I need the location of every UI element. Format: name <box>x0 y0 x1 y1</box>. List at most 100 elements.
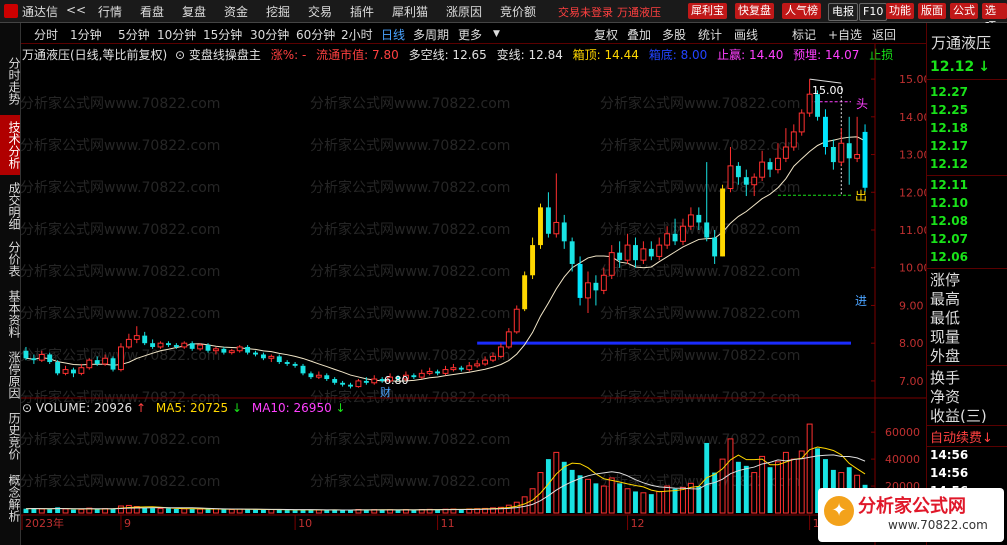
jin-marker: 进 <box>855 294 867 308</box>
watermark-text: 分析家公式网www.70822.com <box>310 221 510 238</box>
label-zuigao: 最高 <box>930 290 961 308</box>
watermark-text: 分析家公式网www.70822.com <box>310 179 510 196</box>
volume-bar <box>672 488 678 513</box>
volume-bar <box>315 509 322 514</box>
candle-body <box>577 263 583 298</box>
volume-bar <box>23 508 29 513</box>
candle-body <box>371 378 378 384</box>
candle-body <box>450 367 457 371</box>
candle-body <box>530 245 536 276</box>
watermark-text: 分析家公式网www.70822.com <box>20 473 220 490</box>
candle-body <box>197 344 204 350</box>
watermark-text: 分析家公式网www.70822.com <box>20 305 220 322</box>
candle-body <box>569 241 575 264</box>
candle-body <box>284 362 290 364</box>
candle-body <box>474 363 481 367</box>
volume-bar <box>268 508 275 514</box>
divider <box>927 446 1007 447</box>
candle-body <box>823 116 828 147</box>
candle-body <box>751 176 758 186</box>
candle-body <box>640 248 647 261</box>
candle-body <box>363 380 369 383</box>
price-axis-label: 7.00 <box>899 375 924 388</box>
volume-bar <box>205 509 211 513</box>
candle-body <box>593 282 599 291</box>
volume-bar <box>727 438 734 514</box>
volume-bar <box>593 483 599 513</box>
volume-bar <box>181 508 188 514</box>
candle-body <box>624 244 631 261</box>
volume-bar <box>608 477 615 514</box>
candle-body <box>553 221 560 235</box>
kline-chart[interactable]: 分析家公式网www.70822.com 分析家公式网www.70822.com 分析… <box>0 0 1007 545</box>
volume-bar <box>340 510 346 513</box>
candle-body <box>125 338 132 348</box>
watermark-text: 分析家公式网www.70822.com <box>310 95 510 112</box>
divider <box>927 175 1007 176</box>
high-price-label: 15.00 <box>812 84 844 97</box>
candle-body <box>743 177 749 185</box>
candle-body <box>245 346 251 353</box>
candle-body <box>806 93 813 114</box>
date-axis-label: 2023年 <box>25 516 64 530</box>
label-huanshou: 换手 <box>930 369 961 387</box>
price-down-arrow-icon: ↓ <box>978 59 991 75</box>
ladder-price-8: 12.08 <box>930 214 968 228</box>
candle-body <box>228 350 235 354</box>
volume-bar <box>633 491 638 513</box>
volume-bar <box>324 510 330 513</box>
auto-renew-link[interactable]: 自动续费↓ <box>930 427 993 446</box>
watermark-text: 分析家公式网www.70822.com <box>20 95 220 112</box>
chu-marker: 出 <box>855 189 867 203</box>
volume-bar <box>157 508 164 514</box>
cai-marker: 财 <box>380 385 391 399</box>
candle-body <box>656 244 663 257</box>
candle-body <box>830 147 836 163</box>
volume-bar <box>806 423 813 514</box>
candle-body <box>70 369 76 374</box>
ladder-price-2: 12.25 <box>930 103 968 117</box>
candle-body <box>332 379 338 383</box>
candle-body <box>426 370 433 374</box>
candle-body <box>236 346 243 352</box>
candle-body <box>838 142 845 163</box>
candle-body <box>165 343 171 346</box>
candle-body <box>862 131 868 188</box>
candle-body <box>181 342 188 348</box>
volume-bar <box>577 475 583 513</box>
quote-stock-name[interactable]: 万通液压 <box>931 32 991 53</box>
watermark-text: 分析家公式网www.70822.com <box>20 137 220 154</box>
candle-body <box>696 214 702 223</box>
price-axis-label: 8.00 <box>899 337 924 350</box>
candle-body <box>680 225 686 242</box>
candle-body <box>497 346 504 357</box>
volume-bar <box>221 509 227 513</box>
candle-body <box>545 207 551 234</box>
label-waipan: 外盘 <box>930 347 961 365</box>
candle-body <box>55 362 61 374</box>
ladder-price-3: 12.18 <box>930 121 968 135</box>
volume-bar <box>696 486 702 513</box>
ladder-price-7: 12.10 <box>930 196 968 210</box>
volume-bar <box>276 509 282 513</box>
candle-body <box>142 335 148 344</box>
candle-body <box>94 360 100 364</box>
logo-title: 分析家公式网 <box>858 496 966 517</box>
candle-body <box>712 237 718 257</box>
candle-body <box>221 348 227 353</box>
volume-bar <box>110 508 116 513</box>
candle-body <box>292 363 298 366</box>
volume-bar <box>47 509 53 513</box>
volume-bar <box>505 504 512 514</box>
candle-body <box>315 374 322 378</box>
watermark-text: 分析家公式网www.70822.com <box>20 431 220 448</box>
price-axis: 15.0014.0013.0012.0011.0010.009.008.007.… <box>871 73 931 493</box>
date-axis-label: 10 <box>298 517 312 530</box>
volume-bar <box>664 485 671 514</box>
candle-body <box>790 131 797 148</box>
candle-body <box>466 365 473 371</box>
volume-bar <box>521 496 528 514</box>
volume-bar <box>62 508 69 514</box>
volume-bar <box>94 508 100 513</box>
volume-bar <box>292 510 298 513</box>
